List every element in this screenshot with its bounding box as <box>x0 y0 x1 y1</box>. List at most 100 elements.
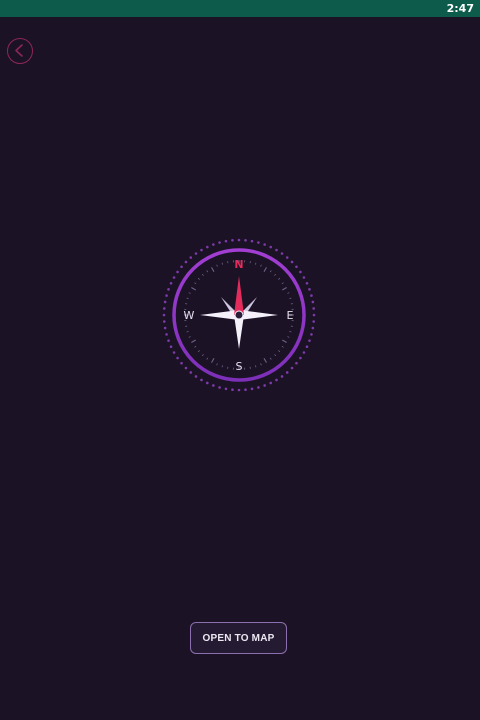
compass-screen: 2:47 N E S W OPEN TO MAP <box>0 0 480 720</box>
ring-dot <box>212 384 215 387</box>
tick-mark <box>282 339 287 343</box>
tick-mark <box>206 270 209 273</box>
ring-dot <box>172 351 176 354</box>
ring-dot <box>302 276 306 279</box>
ring-dot <box>308 339 311 342</box>
ring-dot <box>200 378 203 382</box>
ring-dot <box>237 388 241 392</box>
ring-dot <box>206 381 209 385</box>
ring-dot <box>169 282 173 285</box>
tick-mark <box>260 264 262 267</box>
ring-dot <box>167 288 170 291</box>
back-button[interactable] <box>7 38 33 64</box>
ring-dot <box>250 387 254 391</box>
tick-mark <box>188 292 191 294</box>
ring-dot <box>285 256 289 259</box>
tick-mark <box>289 330 292 333</box>
west-label: W <box>184 309 195 322</box>
ring-dot <box>169 345 173 348</box>
ring-dot <box>176 356 179 360</box>
ring-dot <box>184 260 188 264</box>
ring-dot <box>165 333 168 336</box>
tick-mark <box>263 358 267 363</box>
ring-dot <box>212 243 215 246</box>
ring-dot <box>302 351 306 354</box>
ring-dot <box>162 320 166 323</box>
compass: N E S W <box>160 236 318 394</box>
tick-mark <box>263 267 267 272</box>
ring-dot <box>308 288 311 291</box>
tick-mark <box>191 287 196 291</box>
ring-dot <box>231 238 234 242</box>
ring-dot <box>295 265 298 269</box>
tick-mark <box>188 336 191 338</box>
ring-dot <box>237 238 241 242</box>
ring-dot <box>295 361 298 365</box>
ring-dot <box>299 356 302 360</box>
compass-rose <box>200 276 278 349</box>
ring-dot <box>269 381 272 385</box>
ring-dot <box>311 300 315 304</box>
ring-dot <box>200 248 203 252</box>
ring-dot <box>172 276 176 279</box>
ring-dot <box>180 361 183 365</box>
ring-dot <box>263 384 266 387</box>
ring-dot <box>184 366 188 370</box>
ring-dot <box>218 386 221 389</box>
tick-mark <box>278 350 281 353</box>
tick-mark <box>287 336 290 338</box>
ring-dot <box>312 313 316 317</box>
ring-dot <box>285 371 289 374</box>
ring-dot <box>310 294 313 297</box>
ring-dot <box>263 243 266 246</box>
ring-dot <box>194 375 198 378</box>
south-label: S <box>236 360 243 373</box>
north-label: N <box>234 258 243 271</box>
chevron-left-icon <box>15 44 23 57</box>
tick-mark <box>201 354 204 357</box>
tick-mark <box>269 357 272 360</box>
tick-mark <box>194 345 197 348</box>
tick-mark <box>281 345 284 348</box>
ring-dot <box>244 238 247 242</box>
ring-dot <box>280 252 284 255</box>
ring-dot <box>167 339 170 342</box>
ring-dot <box>218 241 221 244</box>
ring-dot <box>231 388 234 392</box>
north-needle <box>234 276 244 315</box>
ring-dot <box>206 245 209 249</box>
tick-mark <box>254 262 257 265</box>
tick-mark <box>206 357 209 360</box>
ring-dot <box>224 239 228 243</box>
tick-mark <box>221 365 224 368</box>
tick-mark <box>274 354 277 357</box>
ring-dot <box>189 256 193 259</box>
status-time: 2:47 <box>446 2 474 15</box>
ring-dot <box>275 248 278 252</box>
ring-dot <box>176 270 179 274</box>
ring-dot <box>312 320 316 323</box>
ring-dot <box>257 241 260 244</box>
ring-dot <box>305 282 309 285</box>
ring-dot <box>269 245 272 249</box>
tick-mark <box>201 273 204 276</box>
ring-dot <box>311 326 315 330</box>
open-map-button[interactable]: OPEN TO MAP <box>190 622 287 654</box>
ring-dot <box>275 378 278 382</box>
ring-dot <box>312 307 316 310</box>
ring-dot <box>163 300 167 304</box>
ring-dot <box>257 386 260 389</box>
tick-mark <box>269 270 272 273</box>
ring-dot <box>280 375 284 378</box>
tick-mark <box>289 297 292 300</box>
tick-mark <box>282 287 287 291</box>
ring-dot <box>244 388 247 392</box>
tick-mark <box>254 365 257 368</box>
ring-dot <box>180 265 183 269</box>
tick-mark <box>281 282 284 285</box>
tick-mark <box>197 277 200 280</box>
ring-dot <box>290 260 294 264</box>
ring-dot <box>162 307 166 310</box>
tick-mark <box>287 292 290 294</box>
ring-dot <box>224 387 228 391</box>
